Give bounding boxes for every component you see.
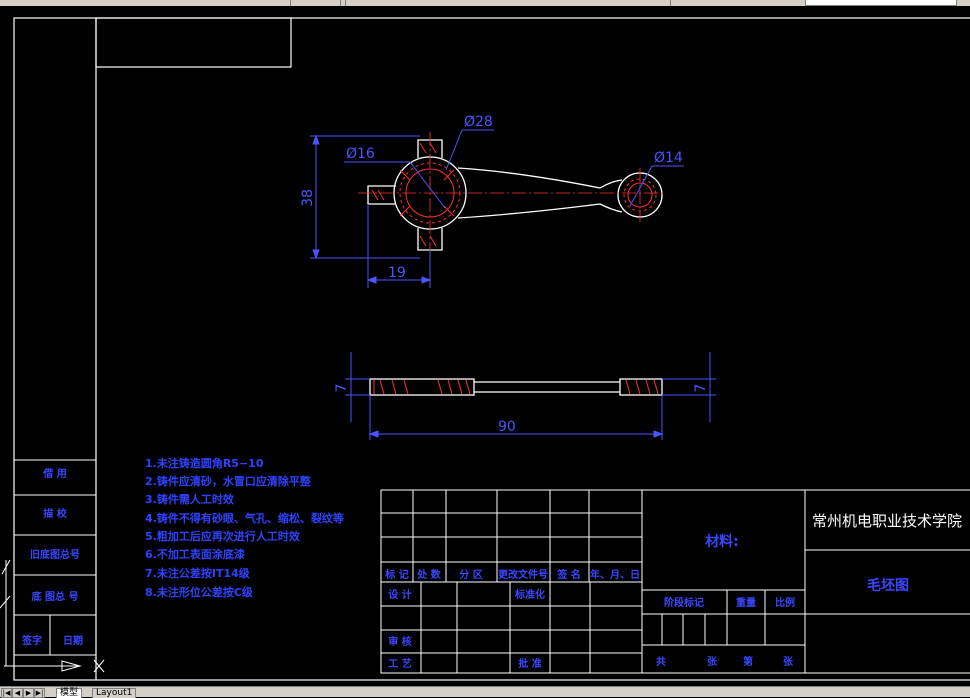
dim-height: 38 (300, 189, 316, 207)
tab-model[interactable]: 模型 (56, 688, 83, 698)
dim-big-end-diameter: Ø28 (464, 114, 493, 130)
tab-layout1[interactable]: Layout1 (92, 688, 137, 698)
sidebar-label-base-total: 底 图总 号 (32, 590, 79, 603)
prev-tab-button[interactable]: ◀ (12, 688, 23, 698)
title-hdr-count: 处 数 (416, 568, 441, 581)
sidebar-label-date: 日期 (63, 634, 83, 647)
sidebar-label-borrow: 借 用 (42, 467, 66, 480)
title-total-label: 共 (656, 655, 666, 668)
dim-thickness-left: 7 (334, 384, 350, 393)
last-tab-button[interactable]: ▶| (34, 688, 45, 698)
note-8: 8.未注形位公差按C级 (145, 585, 254, 599)
sidebar-label-sign: 签字 (21, 634, 42, 647)
title-sheet-unit-label: 张 (783, 655, 794, 668)
title-drawing-name: 毛坯图 (867, 577, 909, 594)
title-hdr-change-doc: 更改文件号 (498, 568, 548, 581)
dim-bore-diameter: Ø16 (346, 146, 375, 162)
note-3: 3.铸件需人工时效 (145, 492, 235, 506)
note-4: 4.铸件不得有砂眼、气孔、缩松、裂纹等 (145, 511, 344, 525)
note-1: 1.未注铸造圆角R5−10 (145, 456, 264, 470)
bore-hatch (371, 142, 657, 247)
title-process-label: 工 艺 (388, 657, 411, 670)
dim-offset: 19 (388, 265, 406, 281)
title-school-name: 常州机电职业技术学院 (812, 512, 962, 530)
technical-notes: 1.未注铸造圆角R5−10 2.铸件应清砂，水冒口应清除平整 3.铸件需人工时效… (145, 456, 344, 599)
dim-thickness-right: 7 (693, 384, 709, 393)
layout-tab-bar: |◀ ◀ ▶ ▶| 模型 Layout1 (0, 686, 970, 698)
note-7: 7.未注公差按IT14级 (145, 566, 251, 580)
title-page-label: 第 (743, 655, 753, 668)
note-6: 6.不加工表面涂底漆 (145, 547, 245, 561)
first-tab-button[interactable]: |◀ (1, 688, 12, 698)
title-material-label: 材料: (705, 533, 739, 550)
title-design-label: 设 计 (388, 588, 411, 601)
title-review-label: 审 核 (388, 635, 411, 648)
title-hdr-sign: 签 名 (556, 568, 580, 581)
note-5: 5.粗加工后应再次进行人工时效 (145, 529, 301, 543)
title-weight-label: 重量 (736, 596, 756, 609)
dim-small-end-diameter: Ø14 (654, 150, 683, 166)
side-view: 7 7 90 (334, 352, 716, 440)
title-standardize-label: 标准化 (514, 588, 545, 601)
top-view: Ø16 Ø28 Ø14 19 38 (300, 114, 684, 288)
title-approve-label: 批 准 (518, 657, 541, 670)
drawing-canvas[interactable]: 借 用 描 校 旧底图总号 底 图总 号 签字 日期 Ø16 Ø28 Ø14 1… (0, 6, 970, 686)
title-hdr-date: 年、月、日 (590, 568, 640, 581)
rod-outline (367, 139, 663, 251)
next-tab-button[interactable]: ▶ (23, 688, 34, 698)
title-stage-mark-label: 阶段标记 (664, 596, 704, 609)
sidebar-label-old-base: 旧底图总号 (30, 548, 80, 561)
side-dimensions (345, 352, 716, 440)
title-hdr-mark: 标 记 (384, 568, 408, 581)
title-scale-label: 比例 (775, 596, 795, 609)
title-sheets-label: 张 (707, 655, 718, 668)
note-2: 2.铸件应清砂，水冒口应清除平整 (145, 474, 311, 488)
title-hdr-zone: 分 区 (459, 568, 482, 581)
side-outline (369, 378, 663, 396)
sidebar-label-trace: 描 校 (43, 507, 67, 520)
dim-length: 90 (498, 419, 516, 435)
